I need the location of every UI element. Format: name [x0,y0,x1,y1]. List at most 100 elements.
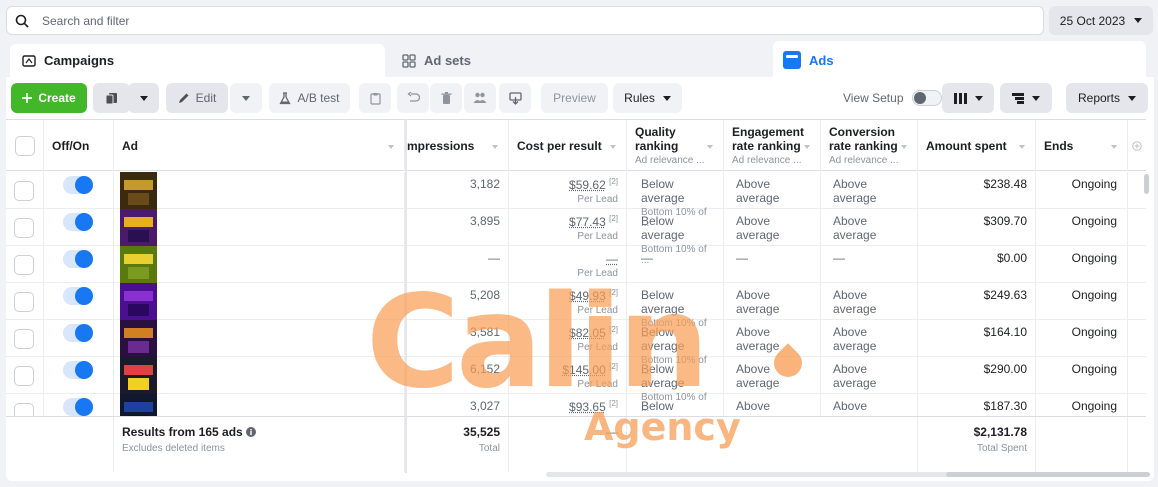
col-impressions[interactable]: mpressions [407,120,509,171]
ad-status-toggle[interactable] [63,324,93,342]
quality-value: Below average [641,325,685,353]
search-input[interactable]: Search and filter [42,14,129,28]
audience-button[interactable] [464,83,496,113]
cost-value[interactable]: $59.62 [569,178,606,192]
cost-value[interactable]: $49.93 [569,289,606,303]
engagement-cell: Above average [724,283,821,320]
edit-dropdown-button[interactable] [230,83,262,113]
table-row[interactable]: 6,152 $145.00 [2] Per Lead Below average Bot… [6,357,1146,414]
duplicate-button[interactable] [93,83,130,113]
table-row[interactable]: — — Per Lead — — — $0.00 Ongoing [6,246,1146,283]
breakdown-button[interactable] [1000,83,1052,113]
cost-value[interactable]: — [606,252,618,266]
ad-status-toggle[interactable] [63,361,93,379]
ad-status-toggle[interactable] [63,176,93,194]
totals-spent: $2,131.78 [973,425,1027,439]
ad-name-cell[interactable] [114,320,405,357]
columns-icon [953,92,967,104]
engagement-value: Above average [736,288,780,316]
cost-value[interactable]: $93.65 [569,400,606,414]
view-setup-switch[interactable] [911,90,942,106]
cost-value[interactable]: $82.05 [569,326,606,340]
cost-value[interactable]: $145.00 [562,363,605,377]
row-checkbox[interactable] [14,403,34,416]
undo-button[interactable] [397,83,429,113]
search-icon [7,14,37,28]
col-conversion-ranking[interactable]: Conversion rate ranking Ad relevance ... [821,120,918,171]
row-checkbox[interactable] [14,218,34,238]
ends-cell: Ongoing [1036,320,1128,357]
report-button[interactable] [359,83,391,113]
col-amount-spent[interactable]: Amount spent [918,120,1036,171]
ad-status-toggle[interactable] [63,250,93,268]
ad-thumbnail[interactable] [120,172,157,209]
cost-cell: $77.43 [2] Per Lead [509,209,627,246]
rules-button[interactable]: Rules [613,83,682,113]
row-checkbox[interactable] [14,255,34,275]
vertical-scrollbar[interactable] [1144,174,1149,194]
ad-status-toggle[interactable] [63,398,93,416]
ad-name-cell[interactable] [114,209,405,246]
table-row[interactable]: 3,027 $93.65 [2] Below average Above averag… [6,394,1146,416]
totals-impressions-sub: Total [478,443,500,454]
ad-thumbnail[interactable] [120,357,157,394]
col-ad[interactable]: Ad [114,120,405,171]
col-off-on[interactable]: Off/On [44,120,114,171]
ad-thumbnail[interactable] [120,283,157,320]
conversion-cell: Above average [821,172,918,209]
horizontal-scrollbar[interactable] [546,472,1150,477]
info-icon[interactable] [246,427,257,437]
row-checkbox[interactable] [14,181,34,201]
sort-caret-icon [1111,145,1117,149]
preview-button[interactable]: Preview [541,83,608,113]
ad-status-toggle[interactable] [63,287,93,305]
ad-thumbnail[interactable] [120,246,157,283]
col-ends[interactable]: Ends [1036,120,1128,171]
table-row[interactable]: 5,208 $49.93 [2] Per Lead Below average Bott… [6,283,1146,340]
ad-name-cell[interactable] [114,246,405,283]
search-bar[interactable]: Search and filter [6,6,1044,35]
ad-thumbnail[interactable] [120,209,157,246]
ad-status-toggle[interactable] [63,213,93,231]
ad-name-cell[interactable] [114,283,405,320]
plus-icon [22,93,33,103]
add-column-button[interactable] [1128,120,1146,171]
edit-button[interactable]: Edit [166,83,228,113]
table-row[interactable]: 3,182 $59.62 [2] Per Lead Below average Bott… [6,172,1146,229]
toolbar: Create Edit A/B test Preview Rules View … [6,77,1154,119]
ad-thumbnail[interactable] [120,394,157,416]
table-row[interactable]: 3,581 $82.05 [2] Per Lead Below average Bott… [6,320,1146,377]
ad-name-cell[interactable] [114,172,405,209]
ad-name-cell[interactable] [114,357,405,394]
col-quality-ranking[interactable]: Quality ranking Ad relevance ... [627,120,724,171]
chevron-down-icon [1134,18,1143,23]
tab-campaigns[interactable]: Campaigns [10,44,385,77]
row-checkbox[interactable] [14,292,34,312]
impressions-value: 6,152 [469,362,500,376]
ad-thumbnail[interactable] [120,320,157,357]
tab-adsets[interactable]: Ad sets [390,44,767,77]
cost-value[interactable]: $77.43 [569,215,606,229]
duplicate-dropdown-button[interactable] [128,83,159,113]
row-checkbox[interactable] [14,329,34,349]
conversion-value: Above average [833,177,877,205]
reports-button[interactable]: Reports [1066,83,1148,113]
columns-button[interactable] [942,83,994,113]
row-checkbox[interactable] [14,366,34,386]
spent-value: $249.63 [983,288,1027,302]
cost-cell: — Per Lead [509,246,627,283]
create-button[interactable]: Create [11,83,87,113]
view-setup-toggle[interactable]: View Setup [843,83,942,113]
table-row[interactable]: 3,895 $77.43 [2] Per Lead Below average Bott… [6,209,1146,266]
tab-ads[interactable]: Ads [773,41,1146,79]
col-quality-title: Quality [635,125,676,139]
engagement-value: — [736,251,748,265]
select-all-checkbox[interactable] [14,135,35,156]
delete-button[interactable] [430,83,462,113]
ad-name-cell[interactable] [114,394,405,416]
ab-test-button[interactable]: A/B test [269,83,350,113]
date-range-button[interactable]: 25 Oct 2023 [1049,6,1153,35]
col-cost-per-result[interactable]: Cost per result [509,120,627,171]
col-engagement-ranking[interactable]: Engagement rate ranking Ad relevance ... [724,120,821,171]
export-button[interactable] [499,83,531,113]
